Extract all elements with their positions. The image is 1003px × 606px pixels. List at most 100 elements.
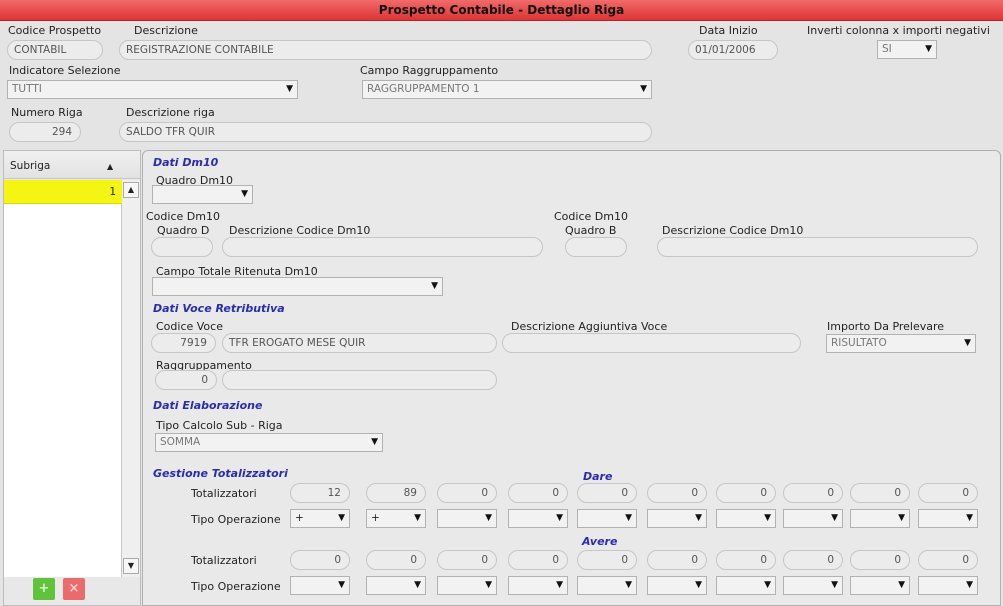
- chevron-down-icon: ▼: [286, 84, 293, 94]
- dare-totalizzatore-field[interactable]: 0: [437, 483, 497, 503]
- dare-totalizzatore-field[interactable]: 0: [783, 483, 843, 503]
- dare-tipo-operazione-label: Tipo Operazione: [191, 513, 281, 526]
- numero-riga-field[interactable]: 294: [9, 122, 81, 142]
- dare-operazione-select[interactable]: + ▼: [290, 509, 350, 528]
- raggruppamento-field[interactable]: 0: [155, 370, 217, 390]
- avere-operazione-select[interactable]: ▼: [508, 576, 568, 595]
- dare-operazione-select[interactable]: ▼: [508, 509, 568, 528]
- avere-operazione-select[interactable]: ▼: [918, 576, 978, 595]
- dare-operazione-select[interactable]: ▼: [437, 509, 497, 528]
- avere-totalizzatore-field[interactable]: 0: [918, 550, 978, 570]
- avere-operazione-select[interactable]: ▼: [850, 576, 910, 595]
- indicatore-selezione-select[interactable]: TUTTI ▼: [7, 80, 298, 99]
- avere-totalizzatore-field[interactable]: 0: [508, 550, 568, 570]
- chevron-down-icon: ▼: [831, 580, 838, 590]
- avere-label: Avere: [582, 535, 618, 548]
- avere-totalizzatore-field[interactable]: 0: [437, 550, 497, 570]
- dare-totalizzatore-field[interactable]: 12: [290, 483, 350, 503]
- chevron-down-icon: ▼: [414, 513, 421, 523]
- avere-totalizzatore-field[interactable]: 0: [366, 550, 426, 570]
- dare-totalizzatore-field[interactable]: 0: [850, 483, 910, 503]
- avere-tipo-operazione-label: Tipo Operazione: [191, 580, 281, 593]
- chevron-down-icon: ▼: [640, 84, 647, 94]
- avere-operazione-select[interactable]: ▼: [783, 576, 843, 595]
- descrizione-riga-label: Descrizione riga: [126, 106, 215, 119]
- avere-totalizzatore-field[interactable]: 0: [647, 550, 707, 570]
- avere-operazione-select[interactable]: ▼: [366, 576, 426, 595]
- add-subriga-button[interactable]: +: [33, 578, 55, 600]
- avere-totalizzatori-label: Totalizzatori: [191, 554, 257, 567]
- dare-operazione-select[interactable]: ▼: [647, 509, 707, 528]
- avere-operazione-select[interactable]: ▼: [647, 576, 707, 595]
- subriga-scrollbar[interactable]: ▲ ▼: [122, 180, 140, 577]
- chevron-down-icon: ▼: [338, 513, 345, 523]
- indicatore-selezione-label: Indicatore Selezione: [9, 64, 121, 77]
- chevron-down-icon: ▼: [338, 580, 345, 590]
- importo-label: Importo Da Prelevare: [827, 320, 945, 333]
- codice-dm10-d-label: Codice Dm10: [146, 210, 220, 223]
- chevron-down-icon: ▼: [695, 513, 702, 523]
- descrizione-riga-field[interactable]: SALDO TFR QUIR: [119, 122, 652, 142]
- quadro-d-field[interactable]: [151, 237, 213, 257]
- subriga-header-label: Subriga: [10, 160, 51, 172]
- descrizione-codice-b-field[interactable]: [657, 237, 978, 257]
- dare-totalizzatore-field[interactable]: 0: [647, 483, 707, 503]
- quadro-b-field[interactable]: [565, 237, 627, 257]
- descrizione-field[interactable]: REGISTRAZIONE CONTABILE: [119, 40, 652, 60]
- dare-totalizzatore-field[interactable]: 0: [577, 483, 637, 503]
- dare-label: Dare: [583, 470, 613, 483]
- avere-totalizzatore-field[interactable]: 0: [783, 550, 843, 570]
- data-inizio-field[interactable]: 01/01/2006: [688, 40, 778, 60]
- codice-voce-label: Codice Voce: [156, 320, 223, 333]
- campo-totale-select[interactable]: ▼: [152, 277, 443, 296]
- avere-operazione-select[interactable]: ▼: [716, 576, 776, 595]
- triangle-up-icon[interactable]: ▲: [107, 160, 113, 173]
- tipo-calcolo-select[interactable]: SOMMA ▼: [155, 433, 383, 452]
- descrizione-aggiuntiva-field[interactable]: [502, 333, 801, 353]
- dare-operazione-select[interactable]: ▼: [850, 509, 910, 528]
- importo-select[interactable]: RISULTATO ▼: [826, 334, 976, 353]
- chevron-down-icon: ▼: [695, 580, 702, 590]
- dare-operazione-select[interactable]: ▼: [577, 509, 637, 528]
- chevron-down-icon: ▼: [371, 437, 378, 447]
- descrizione-codice-d-field[interactable]: [222, 237, 543, 257]
- dare-operazione-select[interactable]: ▼: [783, 509, 843, 528]
- subriga-header[interactable]: Subriga ▲: [4, 151, 140, 179]
- raggruppamento-description[interactable]: [222, 370, 497, 390]
- dare-operazione-select[interactable]: + ▼: [366, 509, 426, 528]
- scroll-up-icon[interactable]: ▲: [123, 182, 139, 198]
- dare-totalizzatore-field[interactable]: 0: [918, 483, 978, 503]
- descrizione-codice-d-label: Descrizione Codice Dm10: [229, 224, 371, 237]
- dare-operazione-select[interactable]: ▼: [716, 509, 776, 528]
- codice-voce-description[interactable]: TFR EROGATO MESE QUIR: [222, 333, 497, 353]
- inverti-label: Inverti colonna x importi negativi: [807, 24, 990, 37]
- chevron-down-icon: ▼: [898, 580, 905, 590]
- avere-totalizzatore-field[interactable]: 0: [577, 550, 637, 570]
- subriga-row[interactable]: 1: [4, 180, 122, 204]
- section-gestione-totalizzatori: Gestione Totalizzatori: [153, 467, 288, 480]
- codice-prospetto-field[interactable]: CONTABIL: [7, 40, 103, 60]
- avere-operazione-select[interactable]: ▼: [290, 576, 350, 595]
- avere-operazione-select[interactable]: ▼: [437, 576, 497, 595]
- scroll-down-icon[interactable]: ▼: [123, 558, 139, 574]
- dare-totalizzatore-field[interactable]: 0: [508, 483, 568, 503]
- quadro-dm10-select[interactable]: ▼: [152, 185, 253, 204]
- dare-totalizzatore-field[interactable]: 0: [716, 483, 776, 503]
- dare-totalizzatore-field[interactable]: 89: [366, 483, 426, 503]
- inverti-select[interactable]: SI ▼: [877, 40, 937, 59]
- avere-totalizzatore-field[interactable]: 0: [290, 550, 350, 570]
- campo-raggruppamento-select[interactable]: RAGGRUPPAMENTO 1 ▼: [362, 80, 652, 99]
- dare-operazione-select[interactable]: ▼: [918, 509, 978, 528]
- chevron-down-icon: ▼: [925, 44, 932, 54]
- chevron-down-icon: ▼: [414, 580, 421, 590]
- chevron-down-icon: ▼: [556, 580, 563, 590]
- plus-icon: +: [38, 581, 50, 596]
- codice-voce-field[interactable]: 7919: [151, 333, 216, 353]
- avere-totalizzatore-field[interactable]: 0: [850, 550, 910, 570]
- avere-operazione-select[interactable]: ▼: [577, 576, 637, 595]
- tipo-calcolo-label: Tipo Calcolo Sub - Riga: [156, 419, 283, 432]
- campo-raggruppamento-value: RAGGRUPPAMENTO 1: [367, 83, 480, 95]
- delete-subriga-button[interactable]: ×: [63, 578, 85, 600]
- avere-totalizzatore-field[interactable]: 0: [716, 550, 776, 570]
- codice-prospetto-label: Codice Prospetto: [8, 24, 102, 37]
